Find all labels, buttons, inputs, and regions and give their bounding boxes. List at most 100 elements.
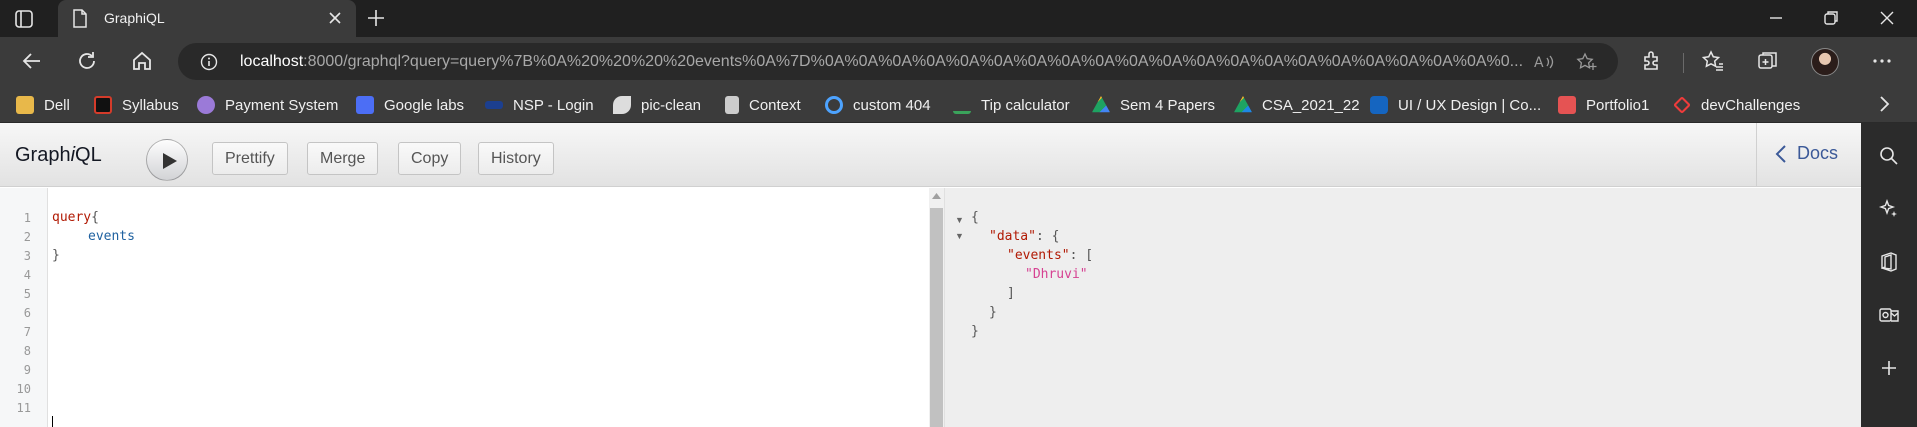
svg-text:A: A: [1534, 55, 1544, 71]
title-bar: GraphiQL: [0, 0, 1917, 37]
browser-sidebar: [1861, 123, 1917, 427]
execute-query-button[interactable]: [146, 139, 188, 181]
bookmark-devchallenges[interactable]: devChallenges: [1673, 94, 1800, 116]
line-number: 10: [16, 382, 31, 396]
bookmark-context[interactable]: Context: [725, 94, 801, 116]
graphiql-app: GraphiQL Prettify Merge Copy History Doc…: [0, 123, 1861, 427]
refresh-icon[interactable]: [75, 49, 99, 73]
bookmark-ui-ux-design[interactable]: UI / UX Design | Co...: [1370, 94, 1541, 116]
play-icon: [163, 153, 177, 169]
bookmark-payment-system[interactable]: Payment System: [197, 94, 338, 116]
bookmark-nsp-login[interactable]: NSP - Login: [485, 94, 594, 116]
docs-area: Docs: [1756, 123, 1861, 187]
nsp-icon: [485, 101, 503, 109]
outlook-icon[interactable]: [1878, 304, 1900, 326]
tab-title: GraphiQL: [104, 10, 165, 26]
editor-scrollbar[interactable]: [929, 188, 944, 427]
tab-actions-icon[interactable]: [14, 9, 34, 29]
page-icon: [72, 9, 88, 33]
payment-icon: [197, 96, 215, 114]
chevron-left-icon: [1775, 144, 1786, 163]
result-line-1: {: [971, 210, 979, 225]
more-options-icon[interactable]: [1870, 49, 1894, 73]
navigation-bar: localhost:8000/graphql?query=query%7B%0A…: [0, 37, 1917, 86]
result-line-3: "events": [: [1007, 248, 1094, 263]
labs-icon: [356, 96, 374, 114]
query-editor[interactable]: 1 2 3 4 5 6 7 8 9 10 11 query{ events }: [0, 188, 929, 427]
line-number: 2: [23, 230, 31, 244]
scrollbar-thumb[interactable]: [930, 208, 943, 427]
toolbar-divider: [1683, 53, 1684, 73]
read-aloud-icon[interactable]: A: [1534, 52, 1556, 77]
pic-icon: [613, 96, 631, 114]
favorites-icon[interactable]: [1701, 49, 1725, 73]
bookmark-pic-clean[interactable]: pic-clean: [613, 94, 701, 116]
url-text[interactable]: localhost:8000/graphql?query=query%7B%0A…: [240, 53, 1540, 71]
copy-button[interactable]: Copy: [398, 142, 462, 175]
line-number: 9: [23, 363, 31, 377]
merge-button[interactable]: Merge: [307, 142, 379, 175]
line-number: 8: [23, 344, 31, 358]
result-viewer: ▼ ▼ { "data": { "events": [ "Dhruvi" ] }…: [944, 188, 1861, 427]
page-icon: [725, 96, 739, 114]
restore-icon[interactable]: [1820, 7, 1842, 29]
query-line-3: }: [52, 248, 60, 263]
drive-icon: [1092, 96, 1110, 113]
portfolio-icon: [1558, 96, 1576, 114]
bookmark-custom-404[interactable]: custom 404: [825, 94, 931, 116]
profile-avatar[interactable]: [1811, 48, 1839, 76]
collections-icon[interactable]: [1756, 49, 1780, 73]
result-line-6: }: [989, 305, 997, 320]
result-line-5: ]: [1007, 286, 1015, 301]
history-button[interactable]: History: [478, 142, 554, 175]
result-line-2: "data": {: [989, 229, 1060, 244]
new-tab-icon[interactable]: [366, 8, 386, 33]
close-tab-icon[interactable]: [326, 9, 344, 32]
search-icon[interactable]: [1878, 145, 1900, 167]
folder-icon: [16, 96, 34, 114]
bookmark-csa-2021-22[interactable]: CSA_2021_22: [1234, 94, 1360, 116]
home-icon[interactable]: [130, 49, 154, 73]
query-line-2: events: [88, 229, 135, 244]
line-number: 5: [23, 287, 31, 301]
line-number: 11: [16, 401, 31, 415]
line-number: 7: [23, 325, 31, 339]
bookmark-portfolio1[interactable]: Portfolio1: [1558, 94, 1649, 116]
docs-button[interactable]: Docs: [1775, 143, 1838, 164]
line-number: 4: [23, 268, 31, 282]
dev-icon: [1673, 96, 1691, 114]
fold-arrow-icon[interactable]: ▼: [955, 215, 964, 225]
bookmark-syllabus[interactable]: Syllabus: [94, 94, 179, 116]
coursera-icon: [1370, 96, 1388, 114]
scroll-up-icon[interactable]: [932, 193, 941, 199]
tab-graphiql[interactable]: GraphiQL: [58, 0, 356, 37]
graphiql-toolbar: GraphiQL Prettify Merge Copy History Doc…: [0, 123, 1861, 187]
drive-icon: [1234, 96, 1252, 113]
office-icon[interactable]: [1878, 251, 1900, 273]
bookmark-dell[interactable]: Dell: [16, 94, 70, 116]
bookmark-sem-4-papers[interactable]: Sem 4 Papers: [1092, 94, 1215, 116]
close-window-icon[interactable]: [1876, 7, 1898, 29]
line-number-gutter: 1 2 3 4 5 6 7 8 9 10 11: [0, 188, 48, 427]
back-icon[interactable]: [20, 49, 44, 73]
fold-arrow-icon[interactable]: ▼: [955, 231, 964, 241]
result-line-7: }: [971, 324, 979, 339]
line-number: 1: [23, 211, 31, 225]
address-bar[interactable]: localhost:8000/graphql?query=query%7B%0A…: [178, 43, 1618, 80]
tip-icon: [953, 96, 971, 114]
line-number: 6: [23, 306, 31, 320]
add-icon[interactable]: [1878, 357, 1900, 379]
extensions-icon[interactable]: [1640, 49, 1664, 73]
add-favorite-icon[interactable]: [1576, 52, 1598, 77]
chevron-right-icon[interactable]: [1877, 95, 1891, 118]
minimize-icon[interactable]: [1765, 7, 1787, 29]
result-line-4: "Dhruvi": [1025, 267, 1088, 282]
graphiql-logo: GraphiQL: [15, 144, 102, 166]
bookmark-google-labs[interactable]: Google labs: [356, 94, 464, 116]
site-info-icon[interactable]: [200, 53, 218, 76]
sparkle-icon[interactable]: [1878, 198, 1900, 220]
prettify-button[interactable]: Prettify: [212, 142, 288, 175]
bookmarks-bar: Dell Syllabus Payment System Google labs…: [0, 86, 1917, 123]
bookmark-tip-calculator[interactable]: Tip calculator: [953, 94, 1070, 116]
query-line-1: query{: [52, 210, 99, 225]
